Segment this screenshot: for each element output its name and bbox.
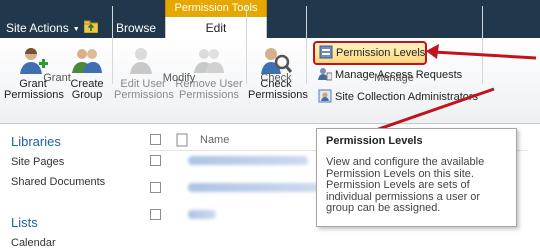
group-label-modify: Modify bbox=[162, 72, 196, 84]
create-group-label-line2: Group bbox=[71, 89, 103, 101]
permission-levels-button[interactable]: Permission Levels bbox=[313, 41, 427, 65]
site-collection-administrators-button[interactable]: Site Collection Administrators bbox=[318, 88, 478, 106]
column-header-name[interactable]: Name bbox=[200, 134, 229, 146]
tooltip-body: View and configure the available Permiss… bbox=[326, 156, 485, 214]
tab-browse[interactable]: Browse bbox=[110, 21, 162, 35]
row-checkbox[interactable] bbox=[150, 182, 161, 193]
nav-heading-libraries[interactable]: Libraries bbox=[11, 134, 61, 149]
select-all-checkbox[interactable] bbox=[150, 134, 161, 145]
group-label-grant: Grant bbox=[43, 72, 71, 84]
group-label-check: Check bbox=[260, 72, 292, 84]
nav-link-shared-documents[interactable]: Shared Documents bbox=[11, 176, 105, 188]
context-tab-group-permission-tools: Permission Tools bbox=[165, 0, 267, 17]
ribbon-separator bbox=[246, 6, 247, 84]
ribbon-separator bbox=[112, 6, 113, 84]
edit-user-permissions-label-line2: Permissions bbox=[114, 89, 174, 101]
ribbon-separator bbox=[306, 6, 307, 84]
remove-user-permissions-label-line2: Permissions bbox=[179, 89, 239, 101]
navigate-up-icon[interactable] bbox=[84, 20, 98, 33]
ribbon-separator bbox=[482, 6, 483, 84]
permission-levels-tooltip: Permission Levels View and configure the… bbox=[316, 128, 517, 227]
site-actions-menu[interactable]: Site Actions ▼ bbox=[6, 21, 80, 35]
quick-launch: Libraries Site Pages Shared Documents Li… bbox=[0, 124, 140, 249]
redacted-name bbox=[188, 183, 318, 192]
check-permissions-label-line2: Permissions bbox=[248, 89, 308, 101]
group-label-manage: Manage bbox=[374, 72, 414, 84]
nav-heading-lists[interactable]: Lists bbox=[11, 215, 38, 230]
site-collection-administrators-label: Site Collection Administrators bbox=[335, 91, 479, 103]
tooltip-title: Permission Levels bbox=[326, 135, 423, 147]
permission-levels-label: Permission Levels bbox=[336, 47, 426, 59]
site-actions-label: Site Actions bbox=[6, 21, 69, 35]
grant-permissions-label-line2: Permissions bbox=[4, 89, 64, 101]
row-checkbox[interactable] bbox=[150, 209, 161, 220]
site-collection-admins-icon bbox=[318, 89, 332, 103]
permission-levels-icon bbox=[319, 45, 333, 59]
tab-edit[interactable]: Edit bbox=[165, 17, 267, 39]
redacted-name bbox=[188, 210, 216, 219]
chevron-down-icon: ▼ bbox=[72, 26, 80, 33]
item-type-icon bbox=[176, 133, 188, 147]
row-checkbox[interactable] bbox=[150, 155, 161, 166]
nav-link-calendar[interactable]: Calendar bbox=[11, 237, 56, 249]
nav-link-site-pages[interactable]: Site Pages bbox=[11, 156, 64, 168]
redacted-name bbox=[188, 156, 308, 165]
top-bar bbox=[0, 0, 540, 38]
